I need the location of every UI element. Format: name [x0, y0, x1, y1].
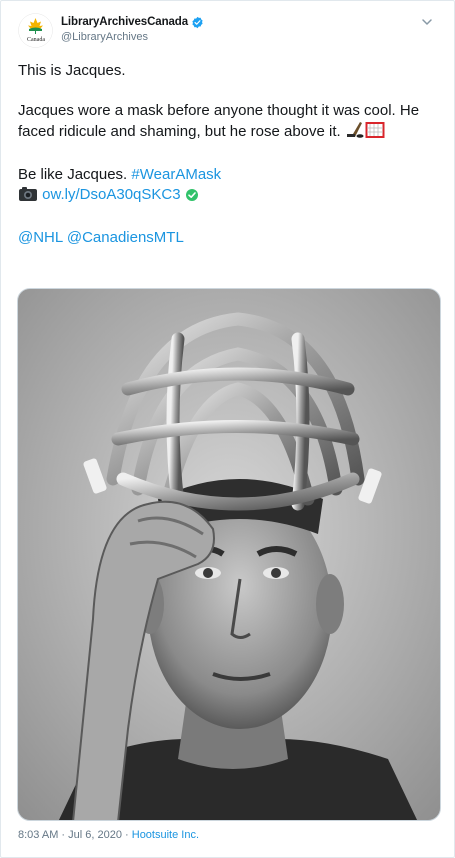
meta-separator: ·	[58, 829, 69, 841]
verified-badge-icon	[191, 16, 204, 29]
tweet-text: This is Jacques. Jacques wore a mask bef…	[18, 61, 438, 248]
check-circle-icon	[185, 188, 199, 208]
tweet-time[interactable]: 8:03 AM	[18, 829, 58, 841]
avatar[interactable]: Canada	[18, 13, 53, 48]
hockey-net-icon	[365, 121, 385, 145]
hockey-stick-icon	[345, 121, 365, 145]
tweet-photo[interactable]	[17, 288, 441, 821]
hashtag-link[interactable]: #WearAMask	[131, 166, 221, 183]
tweet-source-link[interactable]: Hootsuite Inc.	[132, 829, 199, 841]
photo-link[interactable]: ow.ly/DsoA30qSKC3	[42, 186, 180, 203]
mention-nhl[interactable]: @NHL	[18, 229, 63, 246]
tweet-line-story: Jacques wore a mask before anyone though…	[18, 101, 438, 145]
tweet-line-mentions: @NHL @CanadiensMTL	[18, 228, 438, 248]
tweet-line-cta: Be like Jacques. #WearAMask	[18, 165, 438, 185]
tweet-line-intro: This is Jacques.	[18, 62, 126, 79]
avatar-caption: Canada	[27, 37, 45, 43]
mention-canadiens[interactable]: @CanadiensMTL	[67, 229, 184, 246]
camera-icon	[18, 185, 38, 208]
tweet-line-link: ow.ly/DsoA30qSKC3	[18, 185, 438, 208]
tweet-card: Canada LibraryArchivesCanada @LibraryArc…	[0, 0, 455, 858]
display-name[interactable]: LibraryArchivesCanada	[61, 16, 188, 28]
goalie-mask-photo	[18, 289, 440, 820]
meta-separator: ·	[121, 829, 132, 841]
tweet-meta: 8:03 AM · Jul 6, 2020 · Hootsuite Inc.	[18, 829, 199, 841]
user-handle[interactable]: @LibraryArchives	[61, 31, 204, 43]
tweet-date[interactable]: Jul 6, 2020	[68, 829, 122, 841]
tweet-header: Canada LibraryArchivesCanada @LibraryArc…	[18, 13, 442, 53]
cta-text: Be like Jacques.	[18, 166, 132, 183]
chevron-down-icon[interactable]	[420, 15, 434, 29]
author-names: LibraryArchivesCanada @LibraryArchives	[61, 14, 204, 43]
